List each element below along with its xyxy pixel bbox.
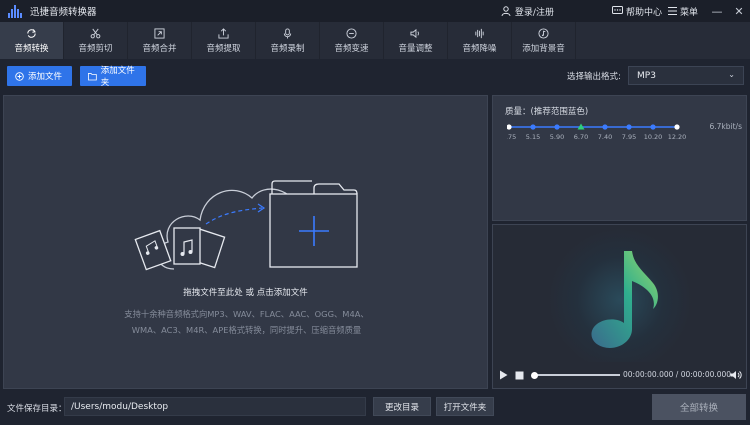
menu-label: 菜单 [679, 7, 698, 18]
scissors-icon [90, 28, 101, 38]
function-tabs: 音频转换 音频剪切 音频合并 音频提取 音频录制 音频变速 音量调整 音频降噪 … [0, 22, 750, 59]
tab-add-background-music[interactable]: 添加背景音 [512, 22, 576, 59]
chat-icon [611, 6, 623, 14]
quality-tick-label: 7.95 [622, 133, 636, 141]
music-note-icon [538, 27, 549, 39]
save-directory-input[interactable]: /Users/modu/Desktop [64, 397, 366, 416]
menu-button[interactable]: 菜单 [667, 5, 698, 18]
app-logo-icon [8, 4, 22, 18]
quality-tick-label: 4.75 [507, 133, 516, 141]
supported-formats-text: 支持十余种音频格式向MP3、WAV、FLAC、AAC、OGG、M4A、 WMA、… [64, 306, 429, 338]
minimize-button[interactable]: — [706, 0, 728, 22]
tab-volume-adjust[interactable]: 音量调整 [384, 22, 448, 59]
time-separator: / [673, 370, 681, 379]
add-folder-label: 添加文件夹 [100, 66, 135, 88]
merge-icon [154, 27, 165, 39]
microphone-icon [283, 27, 292, 39]
output-format-label: 选择输出格式: [567, 72, 621, 82]
tab-label: 音频剪切 [78, 43, 113, 54]
speed-icon [346, 27, 357, 39]
progress-track[interactable] [531, 371, 620, 379]
plus-circle-icon [15, 71, 24, 81]
help-center-button[interactable]: 帮助中心 [611, 5, 662, 18]
quality-tick-label: 10.20 [644, 133, 663, 141]
quality-tick-dot[interactable] [602, 124, 608, 130]
chevron-down-icon: ⌄ [728, 70, 735, 79]
tab-label: 音频变速 [334, 43, 369, 54]
tab-label: 添加背景音 [522, 43, 565, 54]
save-directory-label: 文件保存目录： [7, 404, 67, 414]
quality-tick-dot[interactable] [626, 124, 632, 130]
tab-audio-extract[interactable]: 音频提取 [192, 22, 256, 59]
tab-label: 音频降噪 [462, 43, 497, 54]
player-controls: 00:00:00.000 / 00:00:00.000 [493, 362, 746, 388]
help-center-label: 帮助中心 [625, 7, 662, 18]
total-time: 00:00:00.000 [680, 370, 732, 379]
volume-icon[interactable] [730, 370, 742, 380]
drop-hint-title[interactable]: 拖拽文件至此处 或 点击添加文件 [4, 286, 487, 298]
output-format-value: MP3 [637, 70, 656, 81]
add-file-label: 添加文件 [28, 72, 63, 82]
stop-icon[interactable] [515, 371, 524, 380]
output-format-select[interactable]: MP3 ⌄ [628, 66, 744, 85]
quality-tick-label: 5.90 [550, 133, 564, 141]
current-time: 00:00:00.000 [623, 370, 674, 379]
play-icon[interactable] [499, 370, 508, 380]
tab-audio-speed[interactable]: 音频变速 [320, 22, 384, 59]
quality-slider[interactable]: 4.75 5.15 5.90 6.70 7.40 7.95 10.20 12.20 [507, 120, 697, 142]
quality-tick-dot[interactable] [650, 124, 656, 130]
quality-tick-label: 6.70 [574, 133, 588, 141]
quality-tick-dot[interactable] [554, 124, 560, 130]
folder-icon [88, 72, 97, 80]
quality-tick-dot[interactable] [530, 124, 536, 130]
tab-audio-denoise[interactable]: 音频降噪 [448, 22, 512, 59]
playback-time: 00:00:00.000 / 00:00:00.000 [623, 370, 731, 379]
tab-label: 音频合并 [142, 43, 177, 54]
login-label: 登录/注册 [514, 7, 554, 18]
quality-tick-dot[interactable] [507, 124, 512, 130]
tab-audio-record[interactable]: 音频录制 [256, 22, 320, 59]
add-folder-button[interactable]: 添加文件夹 [80, 66, 146, 88]
supported-formats-line: 支持十余种音频格式向MP3、WAV、FLAC、AAC、OGG、M4A、 [124, 309, 369, 319]
convert-icon [27, 28, 36, 38]
audio-preview-player: 00:00:00.000 / 00:00:00.000 [492, 224, 747, 389]
quality-tick-label: 5.15 [526, 133, 540, 141]
bitrate-value: 6.7kbit/s [709, 122, 743, 131]
extract-icon [218, 27, 229, 39]
music-note-artwork-icon [548, 228, 692, 365]
add-file-button[interactable]: 添加文件 [7, 66, 72, 86]
title-bar: 迅捷音频转换器 登录/注册 帮助中心 菜单 — ✕ [0, 0, 750, 22]
tab-audio-cut[interactable]: 音频剪切 [64, 22, 128, 59]
tab-label: 音量调整 [398, 43, 433, 54]
file-drop-area[interactable]: 拖拽文件至此处 或 点击添加文件 支持十余种音频格式向MP3、WAV、FLAC、… [3, 95, 488, 389]
quality-tick-dot[interactable] [674, 124, 680, 130]
volume-icon [410, 28, 419, 38]
tab-audio-convert[interactable]: 音频转换 [0, 22, 64, 59]
tab-audio-merge[interactable]: 音频合并 [128, 22, 192, 59]
quality-tick-label: 7.40 [598, 133, 612, 141]
progress-handle[interactable] [531, 371, 538, 379]
denoise-icon [475, 28, 484, 38]
login-button[interactable]: 登录/注册 [501, 5, 554, 18]
app-title: 迅捷音频转换器 [30, 7, 97, 18]
bottom-bar: 文件保存目录： /Users/modu/Desktop 更改目录 打开文件夹 [0, 391, 750, 425]
change-directory-button[interactable]: 更改目录 [373, 397, 431, 416]
quality-title: 质量：(推荐范围蓝色) [505, 107, 589, 117]
supported-formats-line: WMA、AC3、M4R、APE格式转换，同时提升、压缩音频质量 [131, 325, 362, 335]
convert-all-button[interactable]: 全部转换 [652, 394, 746, 420]
open-folder-button[interactable]: 打开文件夹 [436, 397, 494, 416]
tab-label: 音频录制 [270, 43, 305, 54]
tab-label: 音频转换 [14, 43, 49, 54]
quality-tick-label: 12.20 [668, 133, 687, 141]
close-button[interactable]: ✕ [728, 0, 750, 22]
hamburger-icon [667, 7, 677, 15]
quality-panel: 质量：(推荐范围蓝色) 4.75 5.15 5.90 6.70 7.40 7.95 10.2… [492, 95, 747, 221]
user-icon [501, 6, 511, 16]
drop-illustration-icon [134, 180, 358, 271]
tab-label: 音频提取 [206, 43, 241, 54]
